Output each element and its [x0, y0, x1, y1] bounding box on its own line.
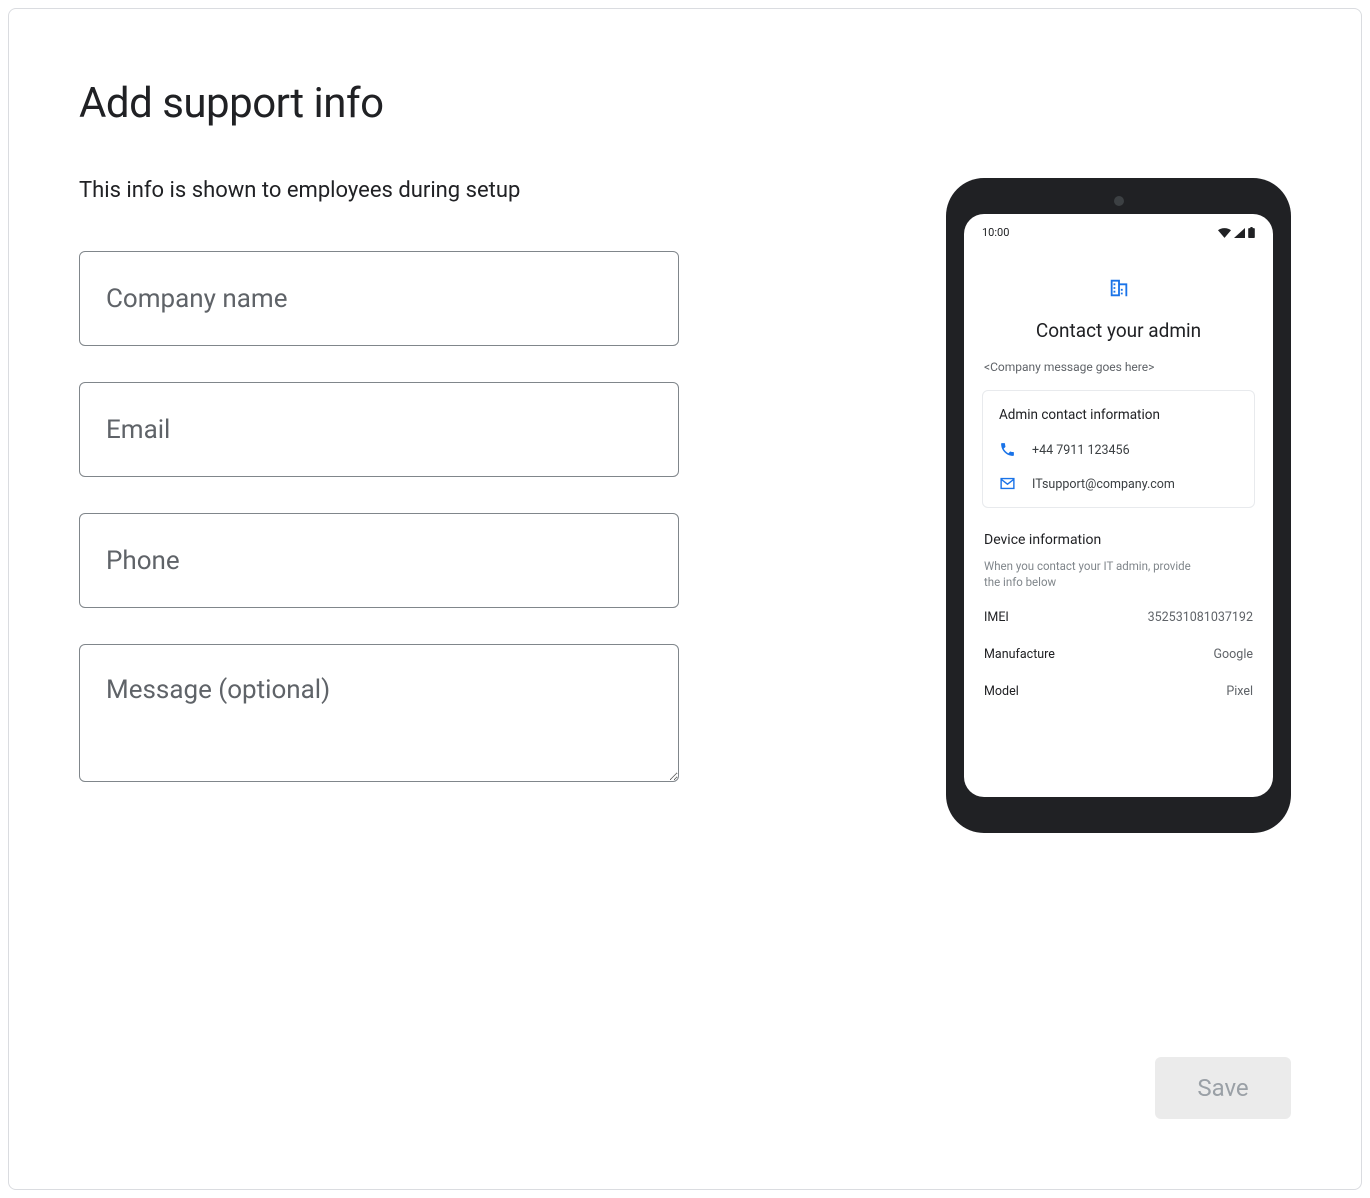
form-column: This info is shown to employees during s…: [79, 178, 679, 786]
phone-preview-column: 10:00 Contact your admin: [946, 178, 1291, 833]
admin-contact-card: Admin contact information +44 7911 12345…: [982, 390, 1255, 508]
model-label: Model: [984, 684, 1019, 699]
company-name-input[interactable]: [79, 251, 679, 346]
device-manufacture-row: Manufacture Google: [982, 647, 1255, 662]
content-row: This info is shown to employees during s…: [79, 178, 1291, 833]
building-icon: [1108, 277, 1130, 303]
admin-contact-title: Admin contact information: [999, 407, 1238, 423]
statusbar-time: 10:00: [982, 226, 1009, 239]
device-model-row: Model Pixel: [982, 684, 1255, 699]
device-imei-row: IMEI 352531081037192: [982, 610, 1255, 625]
phone-input[interactable]: [79, 513, 679, 608]
email-input[interactable]: [79, 382, 679, 477]
wifi-icon: [1218, 228, 1231, 238]
model-value: Pixel: [1226, 684, 1253, 699]
admin-email-text: ITsupport@company.com: [1032, 477, 1175, 492]
page-title: Add support info: [79, 79, 1291, 128]
company-message-placeholder: <Company message goes here>: [982, 360, 1255, 374]
imei-label: IMEI: [984, 610, 1009, 625]
phone-screen: 10:00 Contact your admin: [964, 214, 1273, 797]
device-info-subtitle: When you contact your IT admin, provide …: [982, 558, 1202, 590]
admin-phone-row: +44 7911 123456: [999, 441, 1238, 459]
support-info-card: Add support info This info is shown to e…: [8, 8, 1362, 1190]
phone-heading: Contact your admin: [982, 319, 1255, 342]
phone-statusbar: 10:00: [978, 226, 1259, 245]
device-info-title: Device information: [982, 532, 1255, 548]
battery-icon: [1248, 227, 1255, 238]
manufacture-value: Google: [1214, 647, 1253, 662]
message-textarea[interactable]: [79, 644, 679, 782]
save-button[interactable]: Save: [1155, 1057, 1291, 1119]
admin-email-row: ITsupport@company.com: [999, 475, 1238, 493]
phone-content: Contact your admin <Company message goes…: [978, 245, 1259, 699]
admin-phone-text: +44 7911 123456: [1032, 443, 1130, 458]
phone-heading-wrap: Contact your admin: [982, 277, 1255, 342]
phone-icon: [999, 441, 1017, 459]
phone-frame: 10:00 Contact your admin: [946, 178, 1291, 833]
mail-icon: [999, 475, 1017, 493]
signal-icon: [1234, 228, 1245, 238]
statusbar-icons: [1218, 227, 1255, 238]
manufacture-label: Manufacture: [984, 647, 1055, 662]
phone-camera-icon: [1114, 196, 1124, 206]
imei-value: 352531081037192: [1148, 610, 1253, 625]
page-subtitle: This info is shown to employees during s…: [79, 178, 679, 203]
